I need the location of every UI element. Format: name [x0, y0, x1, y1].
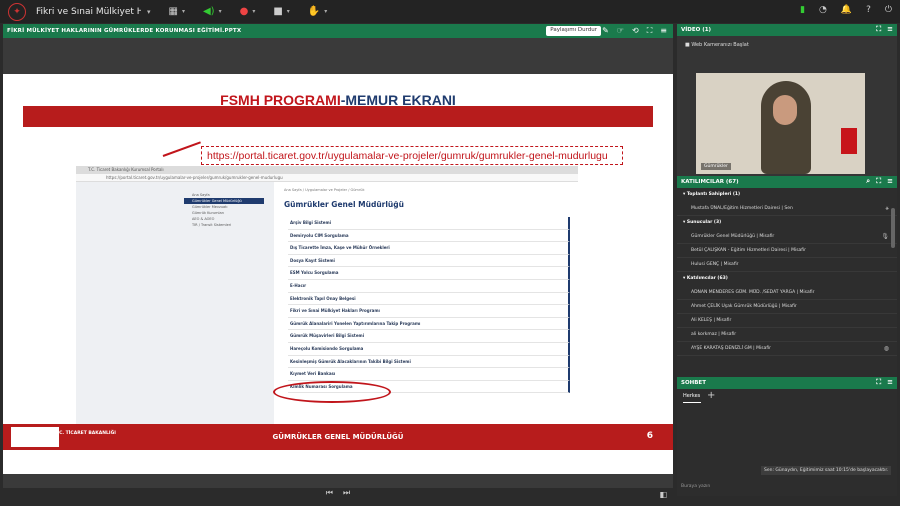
- chat-pod: Herkes + Sen: Günaydın, Eğitimimiz saat …: [677, 389, 897, 496]
- top-bar: ✦ Fikri ve Sınai Mülkiyet Hakları 01... …: [0, 0, 900, 23]
- chat-input[interactable]: Buraya yazın: [681, 484, 710, 489]
- video-pod: ■ Web Kameranızı Başlat Gümrükler: [677, 36, 897, 176]
- mic-icon: 🎙: [881, 233, 889, 240]
- menu-icon[interactable]: ≡: [887, 25, 893, 34]
- list-item[interactable]: Ali KELEŞ | Misafir: [677, 314, 897, 328]
- browser-sidebar: Ana Sayfa Gümrükler Genel Müdürlüğü Gümr…: [76, 182, 276, 426]
- list-item: Dosya Kayıt Sistemi: [288, 254, 570, 268]
- mic-off-icon: ⚹: [885, 205, 889, 212]
- list-item: Dış Ticarette İmza, Kaşe ve Mühür Örnekl…: [288, 242, 570, 255]
- chat-header: SOHBET ⛶ ≡: [677, 377, 897, 389]
- fullscreen-icon[interactable]: ⛶: [876, 25, 881, 34]
- menu-icon[interactable]: ≡: [660, 26, 667, 36]
- participant-list: ▾ Toplantı Sahipleri (1) Mustafa ÜNAL/Eğ…: [677, 188, 897, 377]
- list-item: ESM Yolcu Sorgulama: [288, 267, 570, 280]
- globe-icon: ◍: [883, 345, 889, 352]
- video-frame: [696, 73, 865, 174]
- raise-hand-icon[interactable]: ✋: [308, 6, 320, 17]
- menu-icon[interactable]: ≡: [887, 177, 893, 186]
- hosts-section[interactable]: ▾ Toplantı Sahipleri (1): [677, 188, 897, 202]
- presenters-section[interactable]: ▾ Sunucular (3): [677, 216, 897, 230]
- chat-tab-everyone[interactable]: Herkes: [683, 393, 700, 399]
- chevron-down-icon[interactable]: ▾: [287, 8, 290, 15]
- fullscreen-icon[interactable]: ⛶: [876, 378, 881, 387]
- slide-number: 6: [646, 431, 653, 441]
- list-item[interactable]: Gümrükler Genel Müdürlüğü | Misafir 🎙: [677, 230, 897, 244]
- microphone-icon[interactable]: ●: [240, 6, 249, 17]
- list-item[interactable]: Mustafa ÜNAL/Eğitim Hizmetleri Dairesi |…: [677, 202, 897, 216]
- slide-title: FSMH PROGRAMI-MEMUR EKRANI: [220, 92, 456, 108]
- power-icon[interactable]: ⏻: [885, 5, 892, 15]
- attendees-section[interactable]: ▾ Katılımcılar (63): [677, 272, 897, 286]
- chat-message: Sen: Günaydın, Eğitimimiz saat 10:15'de …: [761, 466, 891, 475]
- list-item[interactable]: ali korkmaz | Misafir: [677, 328, 897, 342]
- list-item[interactable]: Hulusi GENÇ | Misafir: [677, 258, 897, 272]
- add-chat-tab-icon[interactable]: +: [707, 390, 715, 401]
- list-item: Elektronik Tapıl Onay Belgesi: [288, 292, 570, 306]
- start-webcam-button[interactable]: ■ Web Kameranızı Başlat: [685, 42, 749, 48]
- video-label: Gümrükler: [701, 163, 731, 170]
- help-icon[interactable]: ?: [866, 5, 871, 15]
- list-item: Gümrük Alanalariri Yonelen Yaptırımların…: [288, 317, 570, 331]
- list-item: Kıymet Veri Bankası: [288, 368, 570, 381]
- layout-grid-icon[interactable]: ▦: [169, 6, 178, 17]
- scrollbar[interactable]: [891, 208, 895, 248]
- breadcrumb: Ana Sayfa / Uygulamalar ve Projeler / Gü…: [284, 188, 365, 192]
- stop-share-button[interactable]: Paylaşımı Durdur: [546, 26, 601, 36]
- page-title: Gümrükler Genel Müdürlüğü: [284, 200, 404, 209]
- list-item: Hareçolu Komisiondo Sorgulama: [288, 342, 570, 356]
- menu-item: TIR / Transit Sistemleri: [192, 223, 232, 227]
- list-item: Demiryolu CIM Sorgulama: [288, 229, 570, 243]
- url-callout: https://portal.ticaret.gov.tr/uygulamala…: [201, 146, 623, 165]
- search-icon[interactable]: ⌕: [866, 177, 870, 186]
- notification-icon[interactable]: 🔔: [841, 5, 852, 15]
- red-arrow: [162, 141, 201, 157]
- title-chevron-icon[interactable]: ▾: [147, 8, 151, 16]
- browser-address: https://portal.ticaret.gov.tr/uygulamala…: [76, 174, 578, 182]
- app-logo-icon: ✦: [8, 2, 26, 21]
- fullscreen-icon[interactable]: ⛶: [647, 26, 653, 36]
- video-pod-header: VİDEO (1) ⛶ ≡: [677, 24, 897, 36]
- chevron-down-icon[interactable]: ▾: [219, 8, 222, 15]
- connection-icon[interactable]: ◔: [819, 5, 827, 15]
- pointer-icon[interactable]: ☞: [617, 26, 624, 36]
- flag: [841, 128, 857, 154]
- chevron-down-icon[interactable]: ▾: [252, 8, 255, 15]
- presentation-pod: FİKRİ MÜLKİYET HAKLARININ GÜMRÜKLERDE KO…: [3, 24, 673, 488]
- slide-controls: ⏮ ⏭ ◧: [3, 488, 673, 502]
- list-item: Gümrük Müşavirleri Bilgi Sistemi: [288, 330, 570, 343]
- slide-footer: T.C. TİCARET BAKANLIĞI GÜMRÜKLER GENEL M…: [3, 424, 673, 450]
- participants-header: KATILIMCILAR (67) ⌕ ⛶ ≡: [677, 176, 897, 188]
- list-item[interactable]: ADNAN MENDERES GÜM. MÜD. /SEDAT YARGA | …: [677, 286, 897, 300]
- face: [773, 95, 797, 125]
- slide: FSMH PROGRAMI-MEMUR EKRANI https://porta…: [3, 74, 673, 474]
- sync-icon[interactable]: ⟲: [632, 26, 639, 36]
- list-item: Arşiv Bilgi Sistemi: [288, 217, 570, 230]
- camera-icon[interactable]: ■: [273, 6, 282, 17]
- highlight-ellipse: [273, 381, 391, 403]
- speaker-icon[interactable]: ◀): [203, 6, 215, 17]
- next-slide-icon[interactable]: ⏭: [343, 488, 350, 502]
- chevron-down-icon[interactable]: ▾: [324, 8, 327, 15]
- draw-icon[interactable]: ✎: [602, 26, 609, 36]
- slide-title-bar: [23, 106, 653, 127]
- tab-underline: [683, 402, 701, 403]
- chevron-down-icon[interactable]: ▾: [182, 8, 185, 15]
- list-item: Kesinleşmiş Gümrük Alacaklarının Takibi …: [288, 355, 570, 369]
- list-item[interactable]: Ahmet ÇELİK Uşak Gümrük Müdürlüğü | Misa…: [677, 300, 897, 314]
- meeting-title[interactable]: Fikri ve Sınai Mülkiyet Hakları 01...: [36, 7, 141, 17]
- signal-icon: ▮: [800, 5, 806, 15]
- footer-title: GÜMRÜKLER GENEL MÜDÜRLÜĞÜ: [272, 433, 404, 441]
- right-panel: VİDEO (1) ⛶ ≡ ■ Web Kameranızı Başlat Gümr…: [677, 24, 897, 496]
- list-item: E-Hacır: [288, 279, 570, 293]
- menu-icon[interactable]: ≡: [887, 378, 893, 387]
- list-item[interactable]: AYŞE KARATAŞ DENİZLİ GM | Misafir ◍: [677, 342, 897, 356]
- previous-slide-icon[interactable]: ⏮: [326, 488, 333, 502]
- sidebar-toggle-icon[interactable]: ◧: [659, 490, 667, 499]
- list-item: Fikri ve Sınai Mülkiyet Hakları Programı: [288, 305, 570, 318]
- browser-tab: T.C. Ticaret Bakanlığı Kurumsal Portalı: [76, 166, 578, 174]
- list-item[interactable]: Betül ÇALIŞKAN - Eğitim Hizmetleri Daire…: [677, 244, 897, 258]
- camera-icon: ■: [685, 42, 690, 48]
- fullscreen-icon[interactable]: ⛶: [876, 177, 881, 186]
